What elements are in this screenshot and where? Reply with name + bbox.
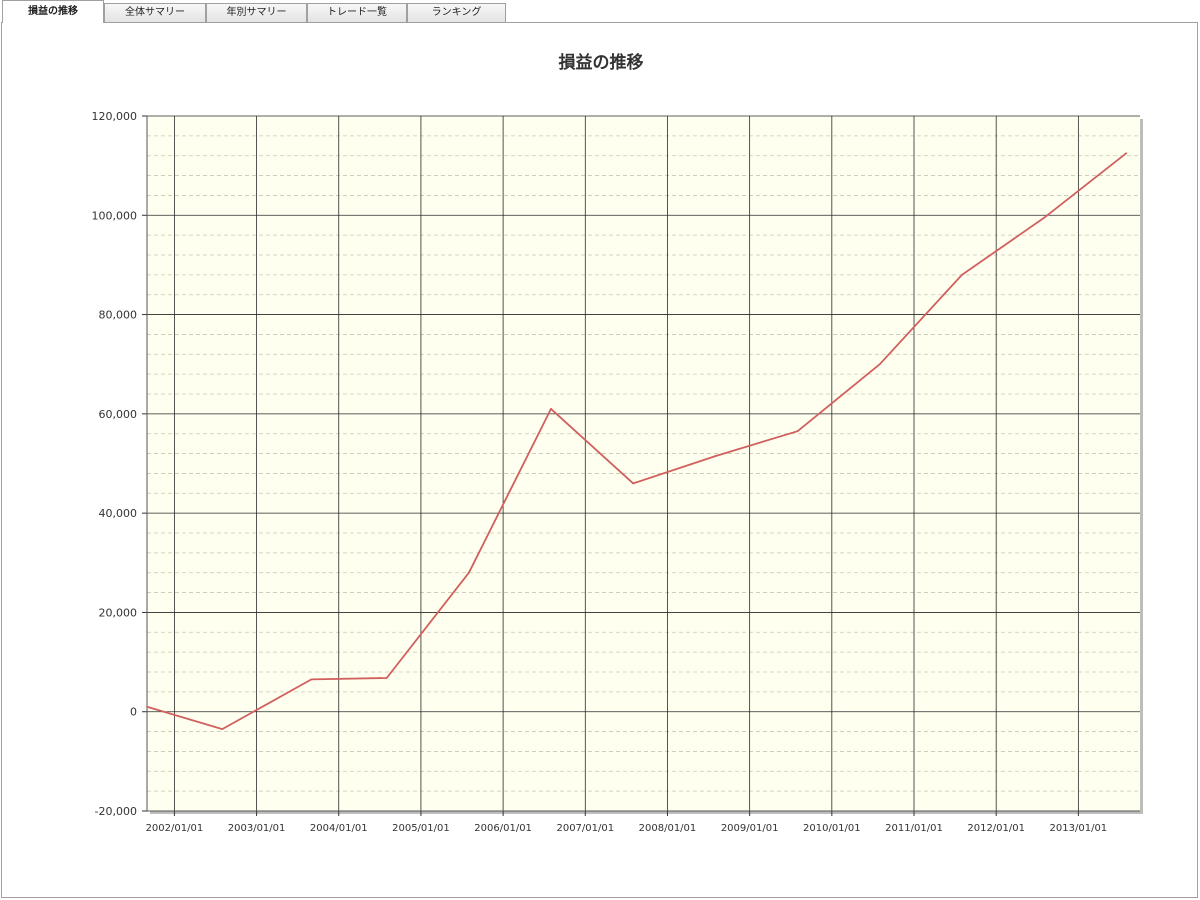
data-point bbox=[221, 728, 224, 730]
data-point bbox=[1043, 216, 1046, 219]
x-tick-label: 2011/01/01 bbox=[885, 823, 943, 834]
data-point bbox=[796, 430, 799, 433]
x-tick-label: 2006/01/01 bbox=[474, 823, 532, 834]
y-tick-label: 20,000 bbox=[99, 606, 138, 619]
data-point bbox=[1125, 152, 1128, 155]
chart-title: 損益の推移 bbox=[559, 52, 644, 73]
data-point bbox=[467, 571, 470, 574]
y-tick-label: 80,000 bbox=[99, 309, 138, 322]
x-tick-label: 2003/01/01 bbox=[228, 823, 286, 834]
y-tick-label: 100,000 bbox=[92, 209, 138, 222]
data-point bbox=[146, 705, 148, 708]
x-tick-label: 2005/01/01 bbox=[392, 823, 450, 834]
data-point bbox=[714, 455, 717, 457]
data-point bbox=[632, 482, 635, 485]
data-point bbox=[550, 407, 552, 410]
x-tick-label: 2013/01/01 bbox=[1050, 823, 1108, 834]
tab-pnl-trend[interactable]: 損益の推移 bbox=[2, 0, 104, 23]
data-point bbox=[310, 678, 313, 681]
y-tick-label: 120,000 bbox=[92, 110, 138, 123]
x-tick-label: 2008/01/01 bbox=[639, 823, 697, 834]
data-point bbox=[385, 677, 388, 679]
y-tick-label: 40,000 bbox=[99, 507, 138, 520]
y-tick-label: -20,000 bbox=[95, 805, 137, 818]
y-tick-label: 0 bbox=[130, 706, 137, 719]
x-tick-label: 2012/01/01 bbox=[967, 823, 1025, 834]
pnl-line-chart: 損益の推移 120,000 100,000 80,000 60,000 40,000 20… bbox=[92, 52, 1143, 834]
data-point bbox=[878, 363, 881, 366]
y-tick-label: 60,000 bbox=[99, 408, 138, 421]
x-tick-label: 2010/01/01 bbox=[803, 823, 861, 834]
x-tick-label: 2007/01/01 bbox=[556, 823, 614, 834]
plot-area bbox=[147, 116, 1140, 811]
x-tick-label: 2002/01/01 bbox=[146, 823, 204, 834]
x-tick-label: 2004/01/01 bbox=[310, 823, 368, 834]
x-tick-label: 2009/01/01 bbox=[721, 823, 779, 834]
data-point bbox=[961, 273, 963, 276]
